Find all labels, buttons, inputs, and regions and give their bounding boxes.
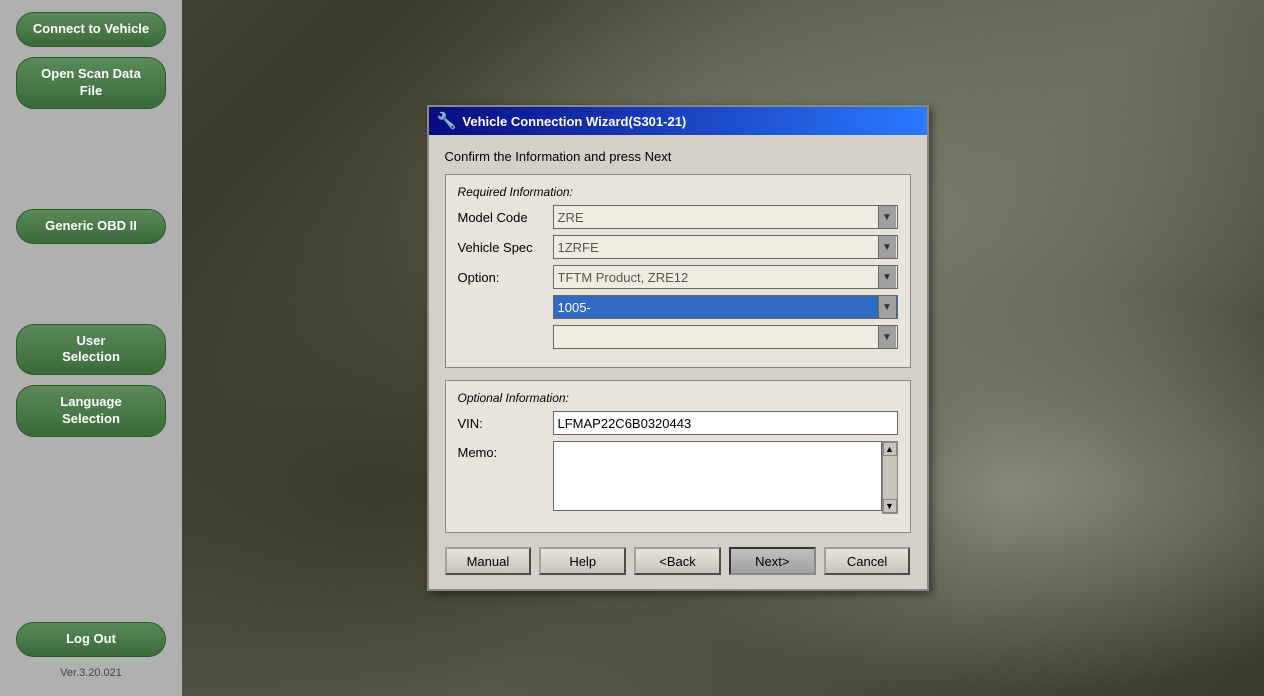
memo-textarea[interactable] — [553, 441, 882, 511]
optional-information-section: Optional Information: VIN: Memo: ▲ ▼ — [445, 380, 911, 533]
next-button[interactable]: Next> — [729, 547, 816, 575]
dialog-icon: 🔧 — [437, 111, 457, 131]
memo-row: Memo: ▲ ▼ — [458, 441, 898, 514]
option-select[interactable]: TFTM Product, ZRE12 — [553, 265, 898, 289]
model-code-select-wrapper[interactable]: ZRE ▼ — [553, 205, 898, 229]
cancel-button[interactable]: Cancel — [824, 547, 911, 575]
vehicle-spec-row: Vehicle Spec 1ZRFE ▼ — [458, 235, 898, 259]
manual-button[interactable]: Manual — [445, 547, 532, 575]
dialog-body: Confirm the Information and press Next R… — [429, 135, 927, 589]
help-button[interactable]: Help — [539, 547, 626, 575]
option-sub1-select-wrapper[interactable]: 1005- ▼ — [553, 295, 898, 319]
option-sub2-row: ▼ — [458, 325, 898, 349]
model-code-row: Model Code ZRE ▼ — [458, 205, 898, 229]
dialog-button-row: Manual Help <Back Next> Cancel — [445, 547, 911, 575]
option-sub1-row: 1005- ▼ — [458, 295, 898, 319]
memo-label: Memo: — [458, 445, 553, 460]
option-sub2-select-wrapper[interactable]: ▼ — [553, 325, 898, 349]
vehicle-spec-label: Vehicle Spec — [458, 240, 553, 255]
vin-input[interactable] — [553, 411, 898, 435]
option-select-wrapper[interactable]: TFTM Product, ZRE12 ▼ — [553, 265, 898, 289]
dialog-subtitle: Confirm the Information and press Next — [445, 149, 911, 164]
required-information-section: Required Information: Model Code ZRE ▼ V… — [445, 174, 911, 368]
required-section-label: Required Information: — [458, 185, 898, 199]
vin-label: VIN: — [458, 416, 553, 431]
vehicle-connection-wizard-dialog: 🔧 Vehicle Connection Wizard(S301-21) Con… — [427, 105, 929, 591]
option-label: Option: — [458, 270, 553, 285]
memo-scrollbar-up[interactable]: ▲ — [883, 442, 897, 456]
vehicle-spec-select-wrapper[interactable]: 1ZRFE ▼ — [553, 235, 898, 259]
memo-scrollbar-down[interactable]: ▼ — [883, 499, 897, 513]
vin-row: VIN: — [458, 411, 898, 435]
model-code-select[interactable]: ZRE — [553, 205, 898, 229]
optional-section-label: Optional Information: — [458, 391, 898, 405]
model-code-label: Model Code — [458, 210, 553, 225]
option-sub1-select[interactable]: 1005- — [553, 295, 898, 319]
dialog-titlebar: 🔧 Vehicle Connection Wizard(S301-21) — [429, 107, 927, 135]
option-row: Option: TFTM Product, ZRE12 ▼ — [458, 265, 898, 289]
dialog-overlay: 🔧 Vehicle Connection Wizard(S301-21) Con… — [0, 0, 1264, 696]
back-button[interactable]: <Back — [634, 547, 721, 575]
memo-scrollbar: ▲ ▼ — [882, 441, 898, 514]
vehicle-spec-select[interactable]: 1ZRFE — [553, 235, 898, 259]
option-sub2-select[interactable] — [553, 325, 898, 349]
dialog-title: Vehicle Connection Wizard(S301-21) — [462, 114, 686, 129]
memo-textarea-wrapper: ▲ ▼ — [553, 441, 898, 514]
